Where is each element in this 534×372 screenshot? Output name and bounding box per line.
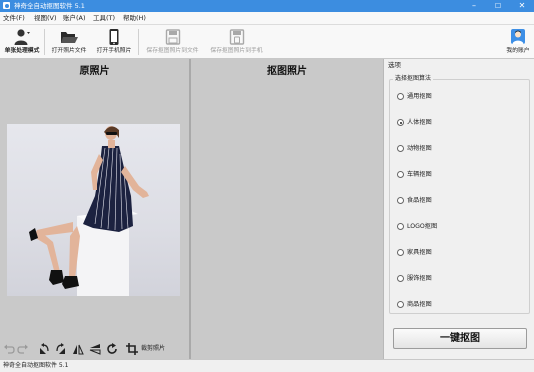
my-account-label: 我的账户 [506, 48, 530, 54]
radio-circle [397, 301, 404, 308]
window-title: 神奇全自动抠图软件 5.1 [14, 2, 85, 10]
undo-button[interactable] [3, 343, 15, 355]
save-phone-icon [229, 29, 244, 45]
cutout-photo-title: 抠图照片 [267, 66, 307, 77]
options-panel: 选项 选择抠图算法 通用抠图 人体抠图 动物抠图 车辆抠图 食品抠图 LOGO抠… [383, 59, 534, 359]
status-bar: 神奇全自动抠图软件 5.1 [0, 359, 534, 372]
crop-button[interactable] [126, 343, 138, 355]
refresh-button[interactable] [106, 343, 118, 355]
rotate-right-button[interactable] [55, 343, 67, 355]
radio-circle [397, 145, 404, 152]
original-photo [7, 124, 180, 296]
radio-label: 食品抠图 [407, 197, 432, 204]
my-account-button[interactable]: 我的账户 [503, 27, 533, 57]
radio-circle [397, 93, 404, 100]
app-icon [3, 2, 10, 9]
menu-help[interactable]: 帮助(H) [123, 14, 146, 23]
radio-circle [397, 275, 404, 282]
open-phone-photo-label: 打开手机照片 [96, 48, 132, 54]
options-header: 选项 [388, 61, 401, 69]
phone-icon [109, 29, 119, 45]
refresh-icon [107, 343, 117, 354]
user-icon [14, 29, 30, 45]
toolbar-separator [44, 29, 45, 55]
close-button[interactable]: ✕ [510, 0, 534, 12]
radio-circle-selected [397, 119, 404, 126]
open-photo-file-button[interactable]: 打开照片文件 [48, 27, 90, 57]
status-text: 神奇全自动抠图软件 5.1 [3, 362, 69, 369]
radio-label: 服饰抠图 [407, 275, 432, 282]
save-to-file-label: 保存抠图照片到文件 [146, 48, 199, 54]
save-disk-icon [165, 29, 180, 45]
open-phone-photo-button[interactable]: 打开手机照片 [93, 27, 135, 57]
rotate-right-icon [56, 343, 65, 354]
radio-circle [397, 171, 404, 178]
radio-label: LOGO抠图 [407, 223, 438, 230]
rotate-left-icon [40, 343, 49, 354]
minimize-button[interactable]: – [462, 0, 486, 12]
menu-account[interactable]: 账户(A) [63, 14, 86, 23]
radio-label: 商品抠图 [407, 301, 432, 308]
toolbar: 单张处理模式 打开照片文件 打开手机照片 保存抠图照片到文件 保存抠图照片到手机… [0, 25, 534, 59]
algorithm-group: 选择抠图算法 通用抠图 人体抠图 动物抠图 车辆抠图 食品抠图 LOGO抠图 家… [389, 75, 530, 314]
one-click-cutout-button[interactable]: 一键抠图 [393, 328, 527, 349]
flip-horizontal-button[interactable] [72, 343, 84, 355]
crop-icon [126, 343, 138, 355]
radio-label: 人体抠图 [407, 119, 432, 126]
model-photo-image [29, 126, 149, 296]
title-bar: 神奇全自动抠图软件 5.1 – ☐ ✕ [0, 0, 534, 12]
flip-vertical-icon [89, 344, 101, 355]
menu-tools[interactable]: 工具(T) [93, 14, 115, 23]
radio-circle [397, 197, 404, 204]
radio-label: 动物抠图 [407, 145, 432, 152]
single-mode-label: 单张处理模式 [4, 48, 40, 54]
radio-label: 家具抠图 [407, 249, 432, 256]
image-tools-bar: 裁剪照片 [0, 341, 189, 358]
crop-label[interactable]: 裁剪照片 [141, 345, 165, 353]
menu-file[interactable]: 文件(F) [3, 14, 25, 23]
radio-circle [397, 249, 404, 256]
radio-label: 通用抠图 [407, 93, 432, 100]
rotate-left-button[interactable] [38, 343, 50, 355]
single-mode-button[interactable]: 单张处理模式 [1, 27, 43, 57]
avatar-icon [511, 29, 525, 44]
redo-icon [17, 344, 28, 354]
flip-horizontal-icon [73, 344, 84, 355]
maximize-button[interactable]: ☐ [486, 0, 510, 12]
undo-icon [4, 344, 15, 354]
algorithm-group-label: 选择抠图算法 [393, 75, 434, 83]
redo-button[interactable] [17, 343, 29, 355]
folder-open-icon [61, 32, 78, 43]
cutout-photo-panel: 抠图照片 [191, 59, 383, 359]
flip-vertical-button[interactable] [89, 343, 101, 355]
menu-bar: 文件(F) 视图(V) 账户(A) 工具(T) 帮助(H) [0, 12, 534, 25]
original-photo-title: 原照片 [79, 66, 110, 77]
save-to-phone-button[interactable]: 保存抠图照片到手机 [205, 27, 268, 57]
toolbar-separator [138, 29, 139, 55]
radio-label: 车辆抠图 [407, 171, 432, 178]
open-photo-file-label: 打开照片文件 [51, 48, 87, 54]
menu-view[interactable]: 视图(V) [34, 14, 57, 23]
save-to-phone-label: 保存抠图照片到手机 [210, 48, 263, 54]
radio-circle [397, 223, 404, 230]
save-to-file-button[interactable]: 保存抠图照片到文件 [141, 27, 204, 57]
